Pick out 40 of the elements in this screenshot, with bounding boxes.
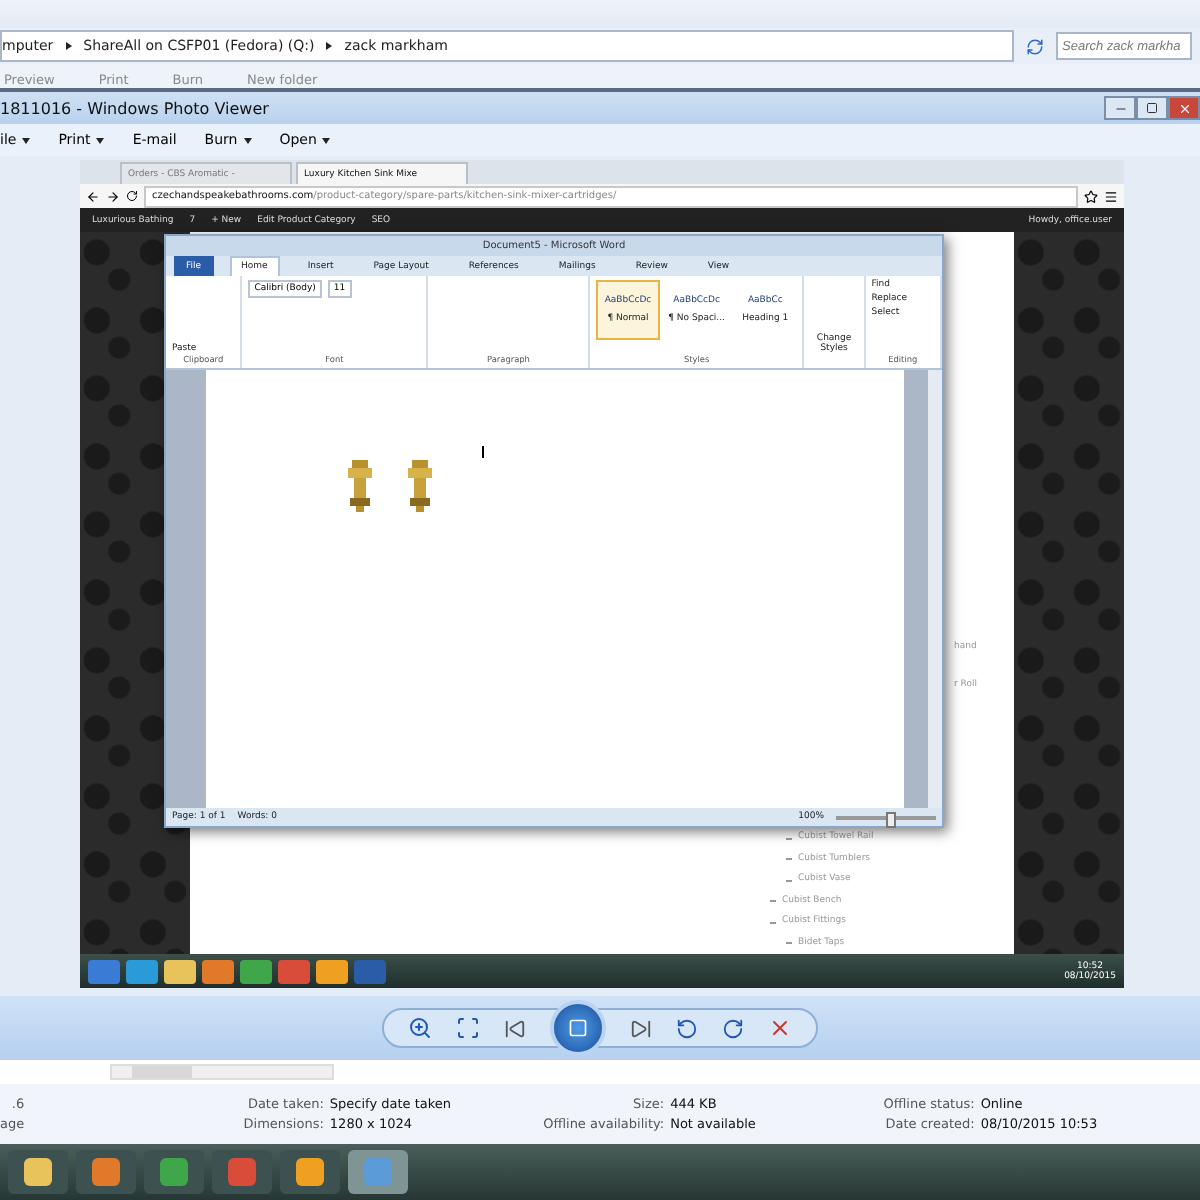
text-cursor <box>482 446 484 458</box>
next-icon[interactable] <box>630 1017 652 1039</box>
back-icon[interactable] <box>86 189 100 203</box>
slider-thumb[interactable] <box>886 811 896 827</box>
brass-fitting-drawing <box>346 460 374 512</box>
dash-icon <box>770 921 776 924</box>
zoom-icon[interactable] <box>408 1016 432 1040</box>
maximize-icon <box>1146 102 1158 114</box>
close-button[interactable] <box>1168 96 1200 120</box>
close-icon <box>1177 101 1191 115</box>
dash-icon <box>786 837 792 840</box>
window-title: 1811016 - Windows Photo Viewer <box>0 99 269 117</box>
taskbar-button[interactable] <box>144 1150 204 1194</box>
menu-icon[interactable] <box>1104 189 1118 203</box>
fit-icon[interactable] <box>456 1016 480 1040</box>
app-icon[interactable] <box>278 959 310 983</box>
app-icon[interactable] <box>316 959 348 983</box>
maximize-button[interactable] <box>1136 96 1168 120</box>
app-icon[interactable] <box>202 959 234 983</box>
reload-icon[interactable] <box>126 190 138 202</box>
app-icon[interactable] <box>164 959 196 983</box>
taskbar-button[interactable] <box>8 1150 68 1194</box>
app-icon[interactable] <box>88 959 120 983</box>
taskbar-button[interactable] <box>280 1150 340 1194</box>
dash-icon <box>786 879 792 882</box>
app-icon[interactable] <box>240 959 272 983</box>
star-icon[interactable] <box>1084 189 1098 203</box>
rotate-left-icon[interactable] <box>676 1017 698 1039</box>
refresh-icon[interactable] <box>1026 37 1044 55</box>
app-icon[interactable] <box>126 959 158 983</box>
brass-fitting-drawing <box>406 460 434 512</box>
scrollbar-thumb[interactable] <box>132 1066 192 1078</box>
taskbar-button[interactable] <box>76 1150 136 1194</box>
chevron-icon[interactable] <box>326 42 333 50</box>
forward-icon[interactable] <box>106 189 120 203</box>
slideshow-button[interactable] <box>550 1000 606 1056</box>
delete-icon[interactable] <box>768 1016 792 1040</box>
chevron-icon[interactable] <box>65 42 72 50</box>
rotate-right-icon[interactable] <box>722 1017 744 1039</box>
previous-icon[interactable] <box>504 1017 526 1039</box>
